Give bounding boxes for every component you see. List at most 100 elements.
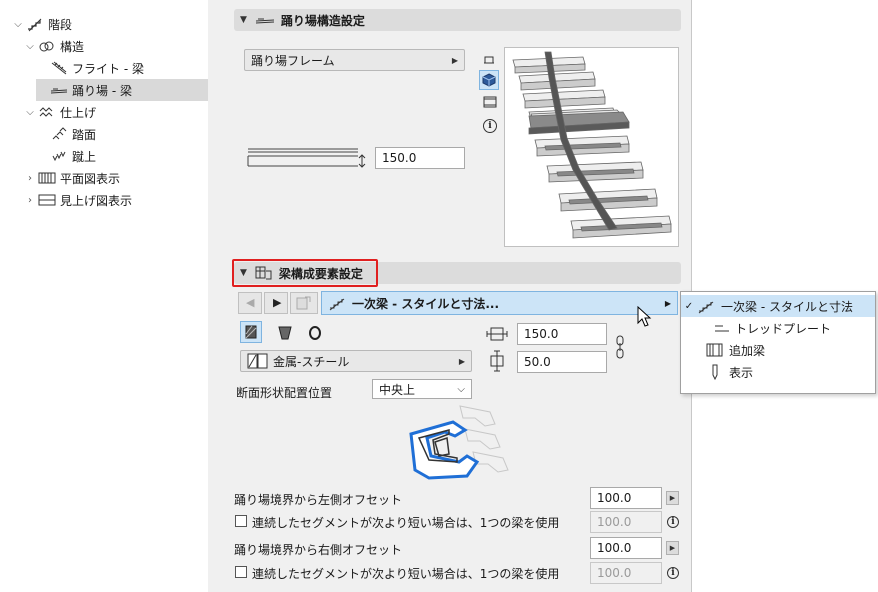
pencil-icon: [712, 364, 718, 381]
left-offset-field[interactable]: 100.0: [590, 487, 662, 509]
tree-item-riser[interactable]: 蹴上: [36, 145, 96, 167]
chevron-right-icon[interactable]: ›: [24, 195, 36, 206]
3d-view-button[interactable]: [479, 70, 499, 90]
chevron-down-icon[interactable]: ⌵: [24, 41, 36, 52]
tree-item-label: 見上げ図表示: [60, 193, 133, 208]
tree-item-reflected-ceiling[interactable]: › 見上げ図表示: [24, 189, 132, 211]
left-single-beam-field: 100.0: [590, 511, 662, 533]
tree-item-label: 踊り場 - 梁: [72, 83, 132, 98]
height-icon: [490, 350, 504, 372]
landing-beam-icon: [50, 88, 68, 94]
stair-icon: [28, 18, 42, 32]
tree-item-finish[interactable]: ⌵ 仕上げ: [24, 101, 96, 123]
right-offset-label: 踊り場境界から右側オフセット: [234, 543, 403, 557]
width-icon: [486, 327, 508, 341]
profile-position-label: 断面形状配置位置: [236, 386, 333, 400]
tree-item-label: 構造: [60, 39, 85, 54]
cube-icon: [482, 73, 496, 87]
edit-icon: [296, 296, 311, 310]
next-button[interactable]: ▶: [264, 292, 288, 314]
floor-plan-icon: [38, 172, 56, 184]
chevron-down-icon: ⌵: [457, 383, 465, 395]
left-offset-label: 踊り場境界から左側オフセット: [234, 493, 403, 507]
highlight-frame: [232, 259, 378, 287]
menu-item-additional-beam[interactable]: 追加梁: [681, 339, 875, 361]
material-popup[interactable]: 金属-スチール ▶: [240, 350, 472, 372]
trapezoid-profile-icon[interactable]: [275, 323, 295, 343]
landing-frame-popup[interactable]: 踊り場フレーム ▶: [244, 49, 465, 71]
edit-button[interactable]: [290, 292, 318, 314]
additional-beam-icon: [706, 343, 723, 357]
stair-beam-icon: [329, 298, 345, 311]
plan-view-icon[interactable]: [482, 53, 496, 67]
settings-tree: ⌵ 階段 ⌵ 構造 フライト - 梁 踊り場 - 梁 ⌵ 仕上げ 踏面 蹴上 ›…: [0, 0, 208, 592]
beam-width-field[interactable]: 150.0: [517, 323, 607, 345]
flight-beam-icon: [51, 61, 67, 75]
menu-item-display[interactable]: 表示: [681, 361, 875, 383]
material-icon: [247, 353, 268, 369]
chevron-right-icon: ▶: [451, 55, 458, 65]
profile-position-select[interactable]: 中央上 ⌵: [372, 379, 472, 399]
info-icon[interactable]: i: [667, 516, 679, 528]
right-single-beam-field: 100.0: [590, 562, 662, 584]
tree-item-label: 平面図表示: [60, 171, 121, 186]
tree-item-floor-plan[interactable]: › 平面図表示: [24, 167, 120, 189]
right-offset-field[interactable]: 100.0: [590, 537, 662, 559]
tree-item-label: 仕上げ: [60, 105, 97, 120]
beam-height-field[interactable]: 50.0: [517, 351, 607, 373]
landing-thickness-field[interactable]: 150.0: [375, 147, 465, 169]
checkmark-icon: ✓: [684, 300, 694, 312]
info-icon[interactable]: i: [483, 119, 497, 133]
popup-label: 一次梁 - スタイルと寸法...: [352, 296, 500, 311]
tree-item-stair[interactable]: ⌵ 階段: [12, 13, 72, 35]
landing-structure-header[interactable]: ▼ 踊り場構造設定: [234, 9, 681, 31]
chevron-down-icon[interactable]: ⌵: [24, 107, 36, 118]
left-offset-arrow-button[interactable]: ▶: [666, 491, 679, 505]
stair-3d-preview-image: [512, 51, 672, 239]
collapse-triangle-icon[interactable]: ▼: [240, 15, 247, 25]
rect-profile-icon: [245, 325, 257, 339]
profile-placement-diagram: [409, 405, 509, 480]
tree-item-label: 階段: [48, 17, 73, 32]
previous-button[interactable]: ◀: [238, 292, 262, 314]
tree-item-label: 踏面: [72, 127, 97, 142]
splitter[interactable]: [208, 0, 220, 592]
beam-component-menu: ✓ 一次梁 - スタイルと寸法 トレッドプレート 追加梁 表示: [680, 291, 876, 394]
popup-label: 金属-スチール: [273, 354, 350, 369]
tree-item-label: フライト - 梁: [72, 61, 144, 76]
popup-label: 踊り場フレーム: [251, 53, 335, 68]
round-profile-icon[interactable]: [305, 323, 325, 343]
chevron-right-icon[interactable]: ›: [24, 173, 36, 184]
tree-item-landing-beam[interactable]: 踊り場 - 梁: [36, 79, 208, 101]
finish-icon: [39, 107, 53, 117]
chain-link-icon[interactable]: [615, 334, 625, 360]
beam-component-popup[interactable]: 一次梁 - スタイルと寸法... ▶: [321, 291, 678, 315]
right-single-beam-label: 連続したセグメントが次より短い場合は、1つの梁を使用: [252, 567, 560, 581]
info-icon[interactable]: i: [667, 567, 679, 579]
left-single-beam-label: 連続したセグメントが次より短い場合は、1つの梁を使用: [252, 516, 560, 530]
landing-beam-icon: [255, 18, 274, 24]
chevron-right-icon: ▶: [458, 356, 465, 366]
stair-beam-icon: [698, 301, 714, 314]
tree-item-label: 蹴上: [72, 149, 97, 164]
section-view-icon[interactable]: [482, 95, 498, 109]
tread-icon: [52, 127, 67, 140]
left-arrow-icon: ◀: [246, 296, 255, 309]
structure-icon: [39, 41, 54, 52]
right-arrow-icon: ▶: [273, 296, 282, 309]
right-single-beam-checkbox[interactable]: [235, 566, 247, 578]
chevron-down-icon[interactable]: ⌵: [12, 19, 24, 30]
left-single-beam-checkbox[interactable]: [235, 515, 247, 527]
section-title: 踊り場構造設定: [280, 13, 365, 28]
menu-item-primary-beam[interactable]: ✓ 一次梁 - スタイルと寸法: [681, 295, 875, 317]
riser-icon: [52, 151, 66, 162]
profile-rect-button[interactable]: [240, 321, 262, 343]
tree-item-structure[interactable]: ⌵ 構造: [24, 35, 84, 57]
right-offset-arrow-button[interactable]: ▶: [666, 541, 679, 555]
thickness-diagram-icon: [247, 148, 366, 168]
mouse-cursor-icon: [637, 306, 652, 327]
tree-item-flight-beam[interactable]: フライト - 梁: [36, 57, 144, 79]
menu-item-tread-plate[interactable]: トレッドプレート: [681, 317, 875, 339]
tree-item-tread[interactable]: 踏面: [36, 123, 96, 145]
tread-plate-icon: [715, 325, 729, 332]
